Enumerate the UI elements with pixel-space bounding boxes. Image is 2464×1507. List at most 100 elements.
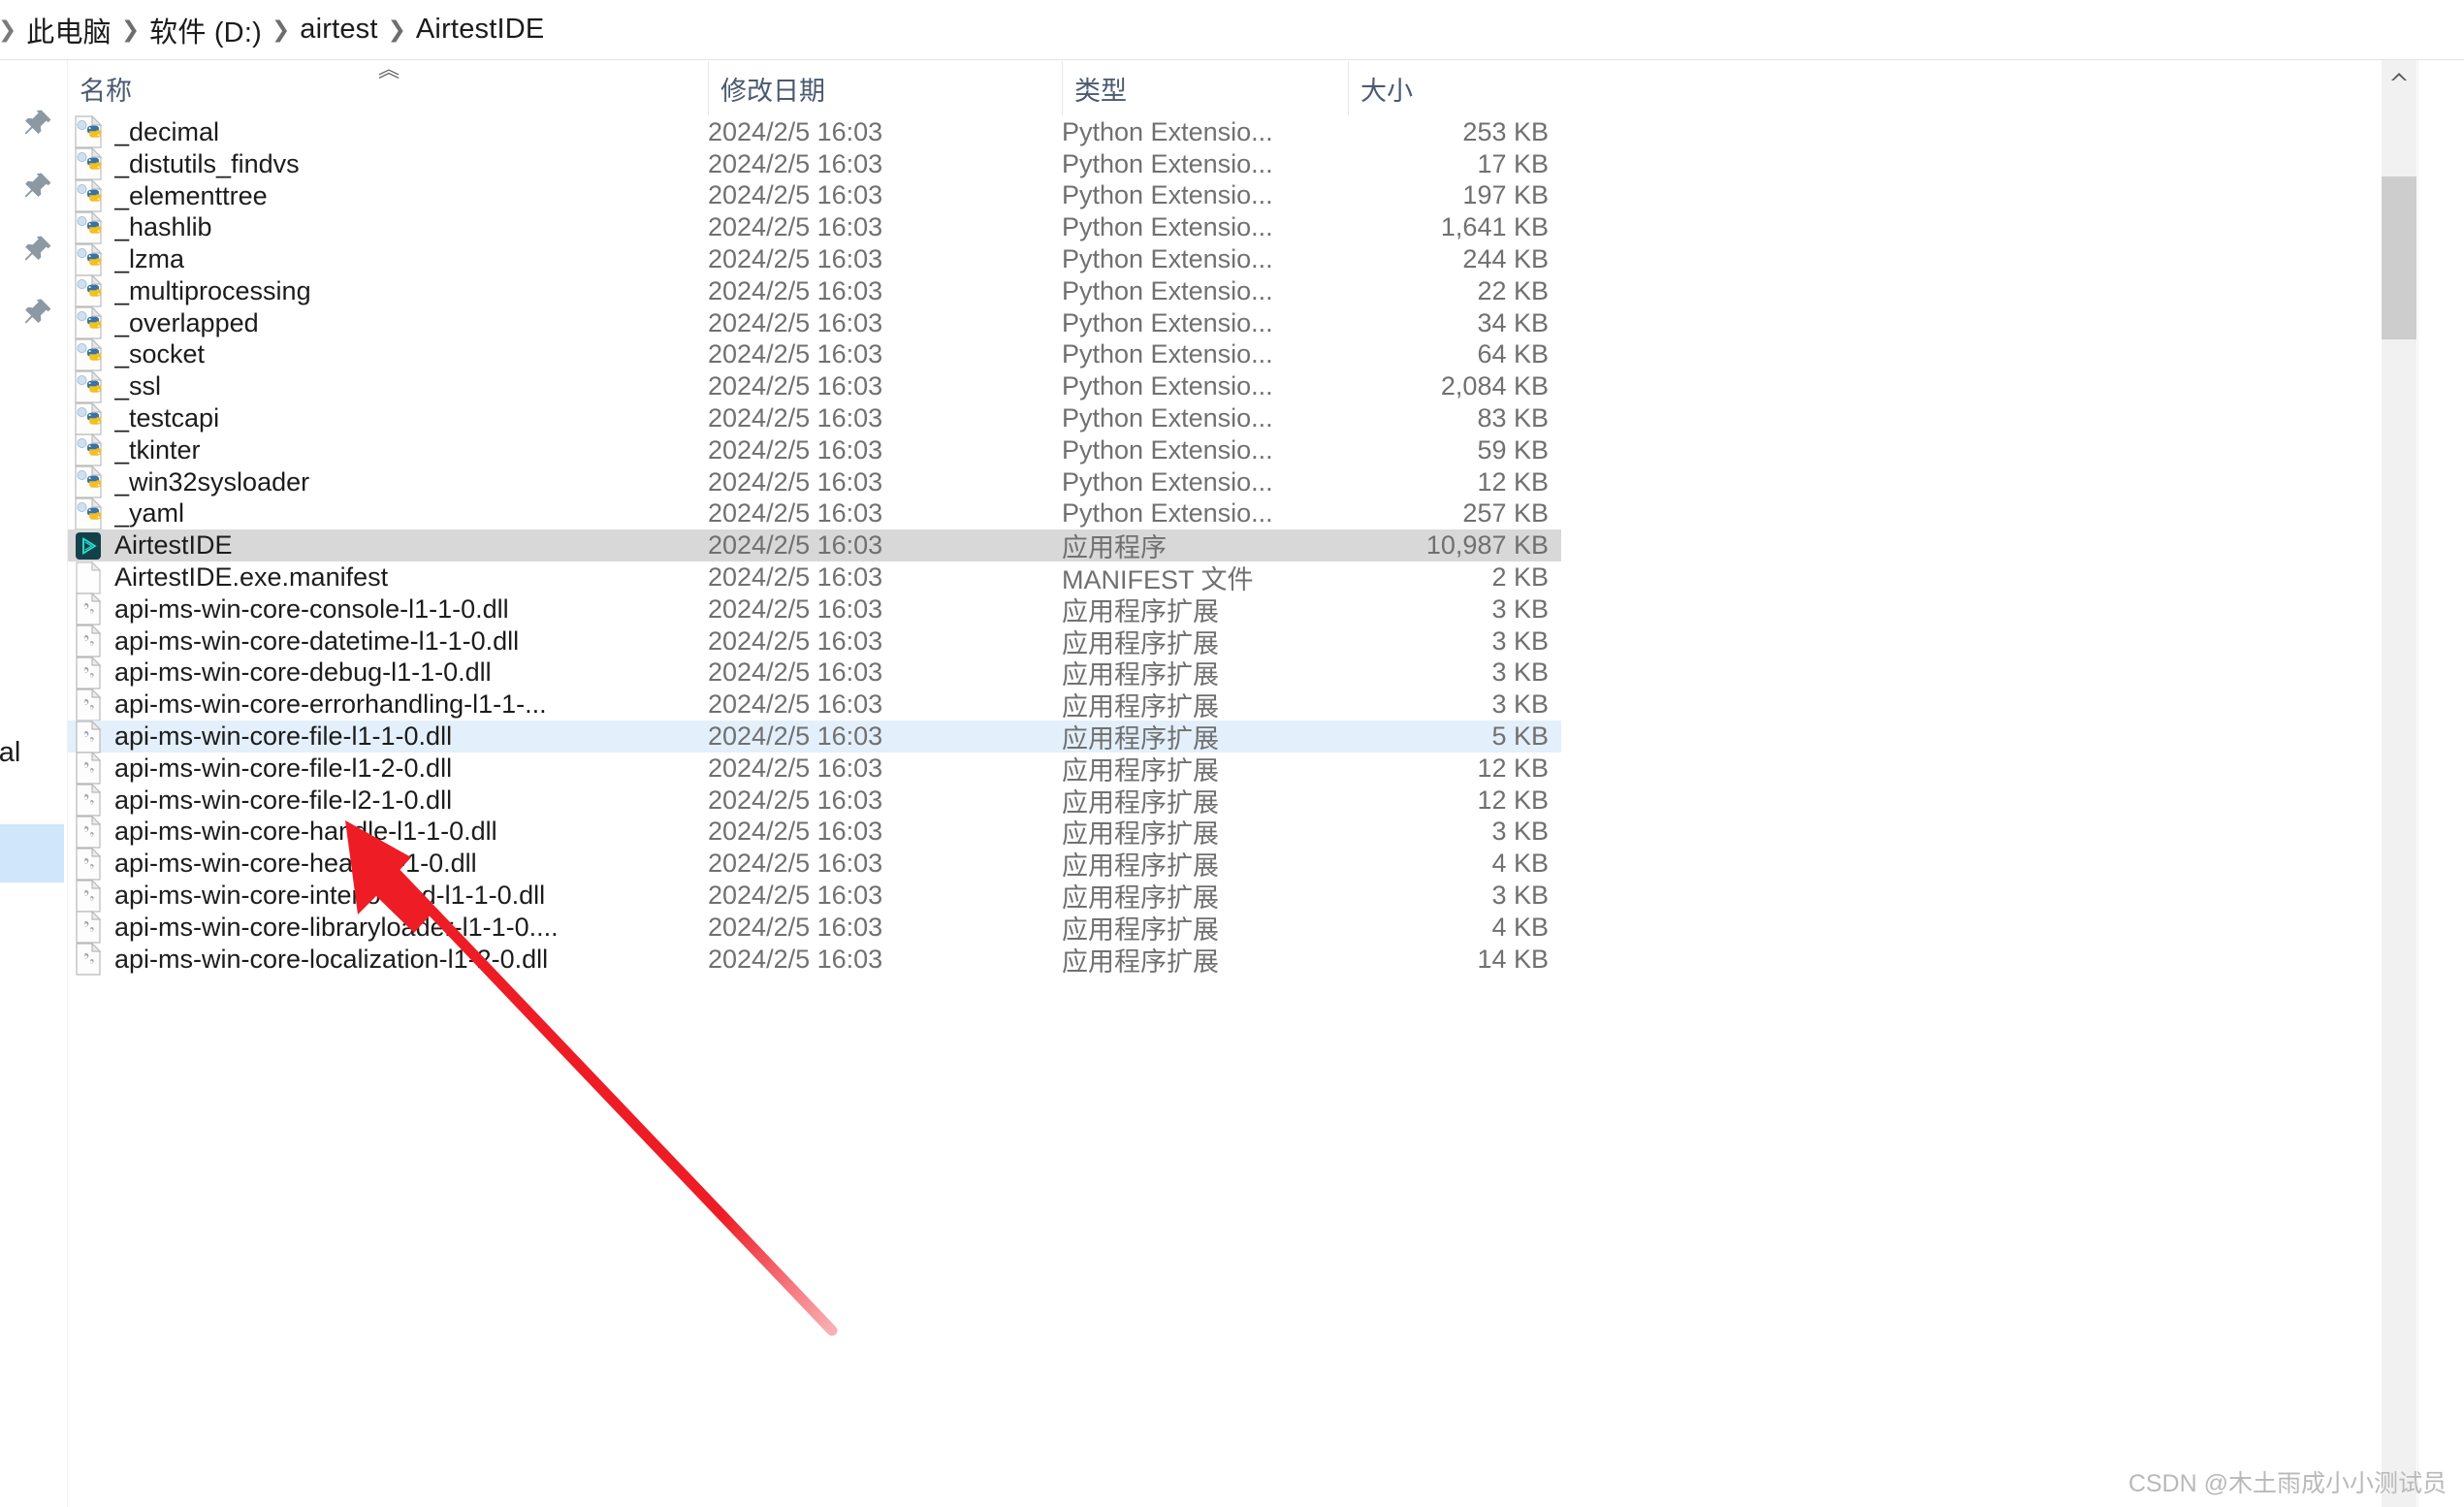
column-header-size[interactable]: 大小 bbox=[1348, 61, 1556, 115]
file-name-label: _overlapped bbox=[114, 307, 259, 337]
pin-icon[interactable] bbox=[21, 233, 54, 266]
dll-file-icon bbox=[74, 720, 103, 754]
file-date-cell: 2024/2/5 16:03 bbox=[708, 307, 883, 337]
file-size-cell: 34 KB bbox=[1477, 307, 1549, 337]
breadcrumb-item-0[interactable]: 此电脑 bbox=[26, 10, 112, 50]
file-name-cell[interactable]: AirtestIDE.exe.manifest bbox=[68, 561, 708, 594]
file-name-label: api-ms-win-core-interlocked-l1-1-0.dll bbox=[114, 881, 546, 911]
file-name-label: _testcapi bbox=[114, 403, 220, 433]
python-file-icon bbox=[74, 179, 103, 212]
file-name-cell[interactable]: _hashlib bbox=[68, 210, 708, 244]
scroll-up-arrow-icon[interactable] bbox=[2382, 60, 2416, 93]
table-row[interactable]: _decimal 2024/2/5 16:03 Python Extensio...… bbox=[68, 115, 1561, 149]
table-row[interactable]: _distutils_findvs 2024/2/5 16:03 Python Ex… bbox=[68, 147, 1561, 180]
file-name-label: api-ms-win-core-console-l1-1-0.dll bbox=[114, 593, 509, 624]
python-file-icon bbox=[74, 274, 103, 307]
pin-icon[interactable] bbox=[21, 296, 54, 329]
file-name-cell[interactable]: _socket bbox=[68, 337, 708, 371]
column-header-date[interactable]: 修改日期 bbox=[708, 61, 1062, 115]
file-name-cell[interactable]: api-ms-win-core-console-l1-1-0.dll bbox=[68, 593, 708, 625]
file-name-cell[interactable]: api-ms-win-core-heap-l1-1-0.dll bbox=[68, 847, 708, 881]
dll-file-icon bbox=[74, 815, 103, 849]
file-name-label: _yaml bbox=[114, 498, 185, 529]
breadcrumb-item-1[interactable]: 软件 (D:) bbox=[149, 10, 262, 50]
table-row[interactable]: api-ms-win-core-heap-l1-1-0.dll 2024/2/5 … bbox=[68, 847, 1561, 881]
file-date-cell: 2024/2/5 16:03 bbox=[708, 721, 883, 752]
breadcrumb-item-3[interactable]: AirtestIDE bbox=[416, 14, 545, 46]
table-row[interactable]: _yaml 2024/2/5 16:03 Python Extensio... 257… bbox=[68, 497, 1561, 530]
table-row[interactable]: _multiprocessing 2024/2/5 16:03 Python Ext… bbox=[68, 274, 1561, 307]
file-name-cell[interactable]: _tkinter bbox=[68, 433, 708, 466]
table-row[interactable]: _overlapped 2024/2/5 16:03 Python Extensio… bbox=[68, 306, 1561, 339]
table-row[interactable]: api-ms-win-core-file-l2-1-0.dll 2024/2/5 … bbox=[68, 784, 1561, 818]
scrollbar-thumb[interactable] bbox=[2382, 176, 2416, 339]
table-row[interactable]: _ssl 2024/2/5 16:03 Python Extensio... 2,08… bbox=[68, 369, 1561, 403]
file-name-cell[interactable]: _testcapi bbox=[68, 401, 708, 435]
file-name-cell[interactable]: _decimal bbox=[68, 115, 708, 149]
table-row[interactable]: api-ms-win-core-handle-l1-1-0.dll 2024/2/… bbox=[68, 815, 1561, 849]
column-header-name[interactable]: 名称 ︽ bbox=[68, 59, 708, 115]
file-name-cell[interactable]: _lzma bbox=[68, 242, 708, 276]
table-row[interactable]: _elementtree 2024/2/5 16:03 Python Extensi… bbox=[68, 179, 1561, 212]
file-name-cell[interactable]: _overlapped bbox=[68, 306, 708, 339]
file-size-cell: 1,641 KB bbox=[1440, 212, 1549, 242]
chevron-right-icon-0[interactable]: ❯ bbox=[0, 18, 26, 41]
file-name-cell[interactable]: api-ms-win-core-debug-l1-1-0.dll bbox=[68, 656, 708, 689]
table-row[interactable]: api-ms-win-core-libraryloader-l1-1-0....… bbox=[68, 911, 1561, 945]
file-name-label: api-ms-win-core-errorhandling-l1-1-... bbox=[114, 689, 547, 720]
file-name-cell[interactable]: _ssl bbox=[68, 369, 708, 403]
table-row[interactable]: api-ms-win-core-console-l1-1-0.dll 2024/2… bbox=[68, 593, 1561, 626]
table-row[interactable]: _lzma 2024/2/5 16:03 Python Extensio... 244… bbox=[68, 242, 1561, 276]
chevron-right-icon-1[interactable]: ❯ bbox=[112, 18, 149, 41]
file-name-cell[interactable]: api-ms-win-core-file-l2-1-0.dll bbox=[68, 784, 708, 817]
table-row[interactable]: api-ms-win-core-datetime-l1-1-0.dll 2024/… bbox=[68, 625, 1561, 658]
file-size-cell: 64 KB bbox=[1477, 339, 1549, 369]
table-row[interactable]: api-ms-win-core-localization-l1-2-0.dll 2… bbox=[68, 943, 1561, 977]
vertical-scrollbar[interactable] bbox=[2382, 60, 2416, 1507]
table-row[interactable]: api-ms-win-core-debug-l1-1-0.dll 2024/2/5… bbox=[68, 656, 1561, 689]
chevron-right-icon-3[interactable]: ❯ bbox=[378, 18, 416, 41]
file-list[interactable]: _decimal 2024/2/5 16:03 Python Extensio...… bbox=[68, 115, 2395, 1507]
file-date-cell: 2024/2/5 16:03 bbox=[708, 912, 883, 942]
file-name-cell[interactable]: AirtestIDE bbox=[68, 529, 708, 562]
pin-icon[interactable] bbox=[21, 107, 54, 140]
file-name-cell[interactable]: api-ms-win-core-localization-l1-2-0.dll bbox=[68, 943, 708, 976]
table-row[interactable]: api-ms-win-core-errorhandling-l1-1-... 20… bbox=[68, 688, 1561, 721]
dll-file-icon bbox=[74, 593, 103, 625]
breadcrumb[interactable]: ❯ 此电脑 ❯ 软件 (D:) ❯ airtest ❯ AirtestIDE bbox=[0, 0, 2464, 60]
file-date-cell: 2024/2/5 16:03 bbox=[708, 817, 883, 847]
file-name-cell[interactable]: api-ms-win-core-file-l1-2-0.dll bbox=[68, 752, 708, 785]
table-row[interactable]: api-ms-win-core-interlocked-l1-1-0.dll 20… bbox=[68, 879, 1561, 913]
pin-icon[interactable] bbox=[21, 170, 54, 203]
file-name-cell[interactable]: api-ms-win-core-datetime-l1-1-0.dll bbox=[68, 625, 708, 657]
file-name-cell[interactable]: api-ms-win-core-libraryloader-l1-1-0.... bbox=[68, 911, 708, 944]
table-row[interactable]: api-ms-win-core-file-l1-1-0.dll 2024/2/5 … bbox=[68, 720, 1561, 754]
file-name-label: api-ms-win-core-file-l2-1-0.dll bbox=[114, 785, 453, 815]
table-row[interactable]: api-ms-win-core-file-l1-2-0.dll 2024/2/5 … bbox=[68, 752, 1561, 786]
file-name-cell[interactable]: api-ms-win-core-file-l1-1-0.dll bbox=[68, 720, 708, 754]
file-name-cell[interactable]: _elementtree bbox=[68, 179, 708, 212]
chevron-right-icon-2[interactable]: ❯ bbox=[262, 18, 300, 41]
column-header-type[interactable]: 类型 bbox=[1062, 61, 1348, 115]
sidebar-clipped-label[interactable]: sonal bbox=[0, 737, 20, 769]
file-size-cell: 3 KB bbox=[1491, 625, 1549, 656]
table-row[interactable]: _socket 2024/2/5 16:03 Python Extensio... 6… bbox=[68, 337, 1561, 371]
file-type-cell: Python Extensio... bbox=[1062, 466, 1273, 497]
table-row[interactable]: AirtestIDE.exe.manifest 2024/2/5 16:03 MAN… bbox=[68, 561, 1561, 594]
python-file-icon bbox=[74, 369, 103, 403]
sidebar-selected-item[interactable] bbox=[0, 824, 64, 882]
file-name-cell[interactable]: _yaml bbox=[68, 497, 708, 530]
table-row[interactable]: _win32sysloader 2024/2/5 16:03 Python Exte… bbox=[68, 465, 1561, 498]
table-row[interactable]: AirtestIDE 2024/2/5 16:03 应用程序 10,987 KB bbox=[68, 529, 1561, 562]
table-row[interactable]: _testcapi 2024/2/5 16:03 Python Extensio..… bbox=[68, 401, 1561, 435]
table-row[interactable]: _hashlib 2024/2/5 16:03 Python Extensio...… bbox=[68, 210, 1561, 244]
file-name-cell[interactable]: _win32sysloader bbox=[68, 465, 708, 498]
file-name-cell[interactable]: api-ms-win-core-errorhandling-l1-1-... bbox=[68, 688, 708, 721]
breadcrumb-item-2[interactable]: airtest bbox=[300, 14, 377, 46]
table-row[interactable]: _tkinter 2024/2/5 16:03 Python Extensio...… bbox=[68, 433, 1561, 466]
file-name-cell[interactable]: api-ms-win-core-handle-l1-1-0.dll bbox=[68, 815, 708, 849]
file-name-cell[interactable]: _multiprocessing bbox=[68, 274, 708, 307]
file-size-cell: 83 KB bbox=[1477, 403, 1549, 433]
file-name-cell[interactable]: api-ms-win-core-interlocked-l1-1-0.dll bbox=[68, 879, 708, 913]
file-name-cell[interactable]: _distutils_findvs bbox=[68, 147, 708, 180]
